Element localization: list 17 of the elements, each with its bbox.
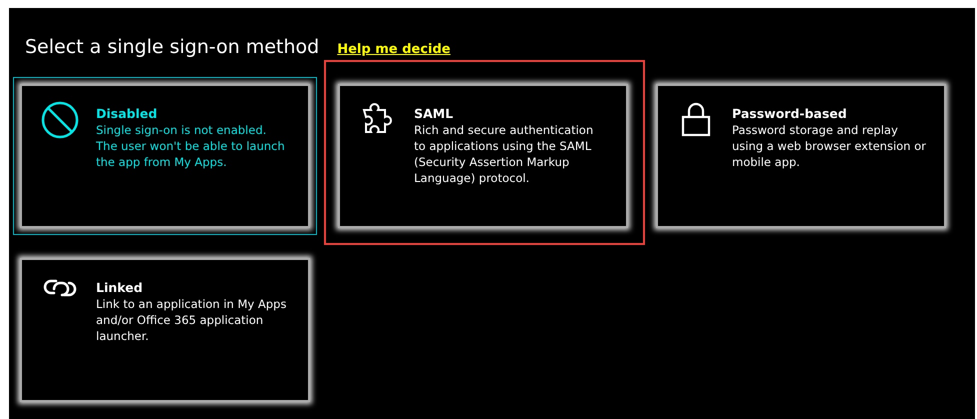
method-card[interactable]: Password-based Password storage and replay using a web browser extension or mobile app. [656,84,946,228]
method-card[interactable]: Linked Link to an application in My Apps and/or Office 365 application launcher. [20,258,310,402]
prohibited-icon [41,101,79,139]
help-link[interactable]: Help me decide [337,42,450,57]
method-title: Disabled [96,106,158,122]
page-heading: Select a single sign-on method [25,36,320,58]
method-title: Linked [96,280,144,296]
method-card[interactable]: Disabled Single sign-on is not enabled. The user won't be able to launch the app from My Apps. [20,84,310,228]
method-description: Password storage and replay using a web browser extension or mobile app. [732,122,926,170]
method-description: Single sign-on is not enabled. The user won't be able to launch the app from My Apps. [96,122,286,170]
method-title: Password-based [732,106,848,122]
padlock-icon [681,101,711,137]
method-description: Rich and secure authentication to applications using the SAML (Security Assertion Markup Language) protocol. [414,122,594,186]
method-description: Link to an application in My Apps and/or Office 365 application launcher. [96,296,288,344]
method-card[interactable]: SAML Rich and secure authentication to applications using the SAML (Security Assertion Markup Language) protocol. [338,84,628,228]
puzzle-piece-icon [362,101,394,135]
method-title: SAML [414,106,454,122]
